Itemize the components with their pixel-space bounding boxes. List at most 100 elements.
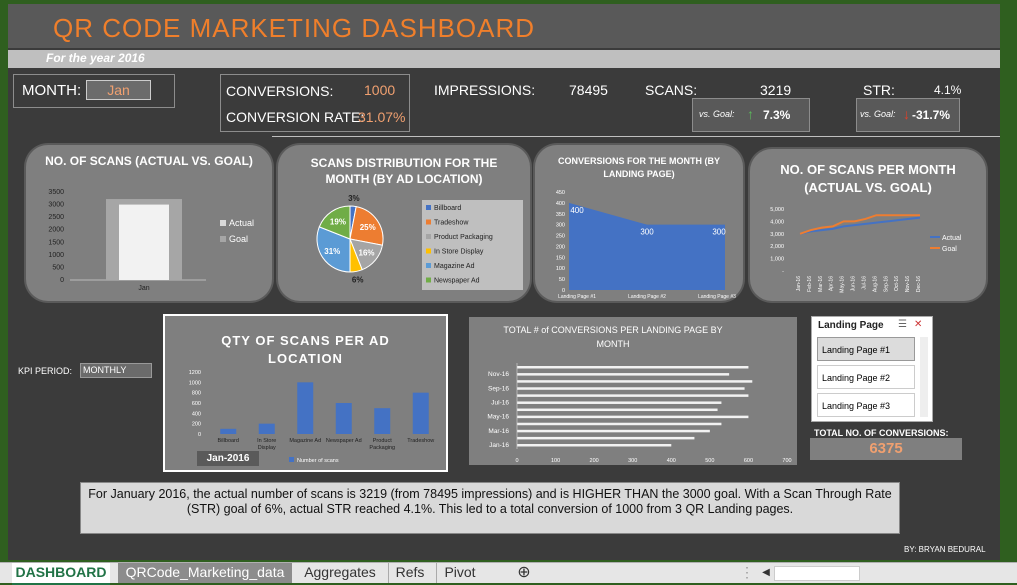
legend-label: Goal (942, 246, 957, 253)
x-tick-label: Jun-16 (851, 276, 857, 292)
y-tick-label: 0 (198, 432, 201, 438)
bar (517, 366, 749, 369)
str-vs-goal-box: vs. Goal: ↓ -31.7% (856, 98, 960, 132)
bar (517, 380, 753, 383)
x-tick-label: 100 (551, 458, 560, 464)
tab-aggregates[interactable]: Aggregates (300, 563, 380, 583)
legend-label: Product Packaging (434, 234, 493, 241)
x-tick-label: Apr-16 (829, 276, 835, 291)
dashboard-sheet: QR CODE MARKETING DASHBOARD For the year… (8, 4, 1000, 560)
slicer-item[interactable]: Landing Page #2 (817, 365, 915, 389)
y-tick-label: 150 (556, 255, 565, 261)
clear-filter-icon[interactable]: ✕ (914, 319, 922, 330)
legend-swatch (426, 219, 431, 225)
y-tick-label: 800 (192, 391, 201, 397)
bar (517, 394, 749, 397)
y-tick-label: Jan-16 (489, 442, 509, 449)
pie-data-label: 6% (352, 275, 364, 284)
y-tick-label: 400 (192, 411, 201, 417)
legend-label: Billboard (434, 205, 461, 212)
y-tick-label: Mar-16 (488, 428, 509, 435)
tab-refs[interactable]: Refs (388, 563, 431, 583)
subtitle-bar: For the year 2016 (8, 50, 1000, 68)
x-tick-label: Billboard (218, 438, 239, 444)
area-fill (569, 202, 725, 290)
legend-swatch-actual (220, 220, 226, 226)
tab-pivot[interactable]: Pivot (436, 563, 483, 583)
scans-distribution-pie: 3% 25% 16% 6% 31% 19% Billboard Tradeshow Produc… (316, 194, 523, 290)
x-tick-label: Landing Page #1 (558, 294, 596, 300)
y-tick-label: 1000 (189, 380, 201, 386)
bar (412, 392, 429, 434)
str-vs-goal-value: -31.7% (912, 108, 951, 122)
x-tick-label: Product (373, 438, 392, 444)
scans-vs-goal-box: vs. Goal: ↑ 7.3% (692, 98, 810, 132)
y-tick-label: 4,000 (770, 219, 784, 225)
tab-qrcode-marketing-data[interactable]: QRCode_Marketing_data (118, 563, 292, 583)
horizontal-scrollbar[interactable] (774, 566, 860, 581)
x-tick-label: Display (258, 445, 276, 451)
total-conversions-label: TOTAL NO. OF CONVERSIONS: (814, 428, 949, 438)
y-tick-label: 100 (556, 266, 565, 272)
legend-swatch (426, 277, 431, 283)
slicer-title: Landing Page (818, 320, 884, 331)
bar (517, 401, 722, 404)
str-value: 4.1% (934, 83, 962, 97)
scans-vs-goal-value: 7.3% (763, 108, 791, 122)
multi-select-icon[interactable]: ☰ (898, 319, 907, 330)
legend-label: Newspaper Ad (434, 278, 480, 285)
legend-swatch (426, 248, 431, 254)
add-sheet-icon[interactable]: ⊕ (514, 563, 534, 583)
x-tick-label: May-16 (840, 276, 846, 293)
y-tick-label: Nov-16 (488, 371, 509, 378)
slicer-item[interactable]: Landing Page #3 (817, 393, 915, 417)
tab-bar-splitter[interactable]: ⋮ (740, 563, 754, 583)
y-tick-label: 2,000 (770, 244, 784, 250)
y-tick-label: May-16 (487, 414, 509, 421)
legend-label: Magazine Ad (434, 263, 475, 270)
kpi-period-value[interactable]: MONTHLY (80, 363, 152, 378)
legend-swatch-goal (220, 236, 226, 242)
conversions-per-month-bar-chart: 0 100 200 300 400 500 600 700 Nov-16 Sep-16 Jul-16… (487, 363, 792, 464)
y-tick-label: 600 (192, 401, 201, 407)
bar (517, 387, 745, 390)
bar (517, 408, 718, 412)
pie-data-label: 3% (348, 194, 360, 203)
x-tick-label: 700 (782, 458, 791, 464)
legend-label: In Store Display (434, 249, 484, 256)
x-tick-label: 200 (590, 458, 599, 464)
y-tick-label: 1200 (189, 370, 201, 376)
conversion-rate-value: 31.07% (358, 109, 406, 125)
bar (297, 382, 314, 434)
y-tick-label: 200 (556, 244, 565, 250)
actual-bar (119, 204, 169, 280)
y-tick-label: 400 (556, 201, 565, 207)
scans-vs-goal-label: vs. Goal: (699, 109, 735, 119)
legend-swatch (289, 457, 294, 462)
x-tick-label: Landing Page #2 (628, 294, 666, 300)
legend-swatch (426, 234, 431, 239)
bar (517, 422, 722, 426)
y-tick-label: 1,000 (770, 257, 784, 263)
month-label: MONTH: (22, 82, 82, 99)
conversions-area-chart: 450400350300250200150100500400Landing Pa… (556, 190, 736, 300)
sheet-tab-bar: DASHBOARD QRCode_Marketing_data Aggregat… (0, 562, 1017, 585)
scroll-left-icon[interactable]: ◀ (760, 563, 772, 583)
date-filter-button[interactable]: Jan-2016 (197, 451, 259, 466)
bar (374, 408, 391, 434)
pie-data-label: 25% (360, 223, 376, 232)
month-dropdown[interactable]: Jan (86, 80, 151, 100)
impressions-value: 78495 (569, 82, 608, 98)
slicer-item[interactable]: Landing Page #1 (817, 337, 915, 361)
pie-data-label: 31% (324, 247, 340, 256)
data-label: 300 (640, 228, 654, 237)
y-tick-label: 3000 (48, 202, 64, 209)
scans-distribution-card: SCANS DISTRIBUTION FOR THE MONTH (BY AD … (278, 145, 530, 301)
y-tick-label: Sep-16 (488, 385, 509, 392)
summary-text: For January 2016, the actual number of s… (80, 482, 900, 534)
x-tick-label: Aug-16 (872, 276, 878, 292)
legend-label: Actual (942, 235, 962, 242)
pie-data-label: 19% (330, 217, 346, 226)
arrow-up-icon: ↑ (747, 106, 754, 122)
slicer-scrollbar[interactable] (920, 337, 928, 417)
